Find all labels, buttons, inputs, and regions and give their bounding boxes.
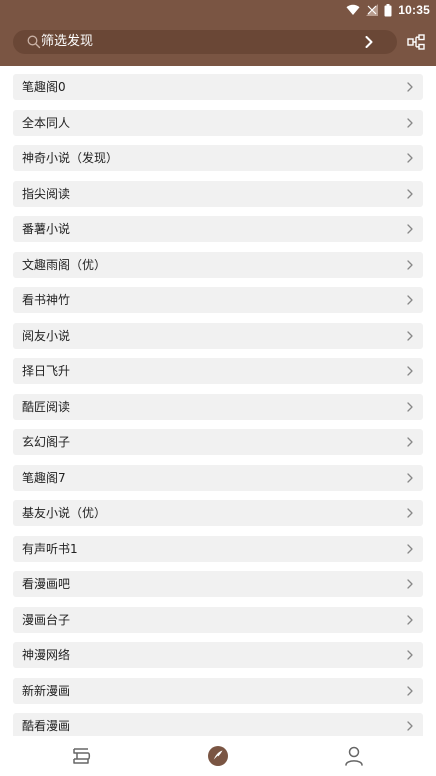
list-item-label: 阅友小说 [22, 328, 71, 343]
list-item[interactable]: 文趣雨阁（优） [13, 251, 423, 278]
search-bar[interactable] [13, 30, 397, 54]
chevron-right-icon [407, 224, 413, 234]
list-item[interactable]: 全本同人 [13, 109, 423, 136]
list-item[interactable]: 有声听书1 [13, 535, 423, 562]
list-item[interactable]: 漫画台子 [13, 606, 423, 633]
chevron-right-icon [407, 472, 413, 483]
search-icon [27, 35, 41, 49]
chevron-right-icon [407, 153, 413, 163]
chevron-right-icon [407, 330, 413, 341]
list-item-label: 看书神竹 [22, 293, 71, 307]
app-header: 10:35 [0, 0, 436, 66]
list-item[interactable]: 笔趣阁0 [13, 74, 423, 100]
list-item-label: 看漫画吧 [22, 577, 71, 591]
list-item[interactable]: 神漫网络 [13, 642, 423, 668]
list-item-label: 番薯小说 [22, 222, 71, 236]
list-item[interactable]: 看漫画吧 [13, 571, 423, 597]
share-nodes-icon[interactable] [407, 34, 425, 50]
list-item-label: 漫画台子 [22, 612, 71, 627]
source-list: 笔趣阁0 全本同人神奇小说（发现） 指尖阅读番薯小说文趣雨阁（优） 看书神竹阅友小说择… [13, 74, 423, 736]
wifi-icon [346, 4, 360, 15]
bottom-nav [0, 736, 436, 776]
battery-icon [384, 3, 392, 16]
list-item-label: 指尖阅读 [22, 186, 71, 201]
list-item-label: 择日飞升 [22, 364, 71, 378]
bookshelf-icon[interactable] [70, 745, 92, 767]
list-item[interactable]: 阅友小说 [13, 322, 423, 349]
list-item[interactable]: 择日飞升 [13, 358, 423, 384]
chevron-right-icon [407, 508, 413, 518]
chevron-right-icon [407, 614, 413, 625]
list-item-label: 基友小说（优） [22, 506, 107, 520]
chevron-right-icon [407, 685, 413, 696]
chevron-right-icon [407, 295, 413, 305]
list-item-label: 新新漫画 [22, 683, 71, 698]
chevron-right-icon [407, 543, 413, 554]
chevron-right-icon [407, 82, 413, 92]
no-signal-icon [366, 4, 379, 16]
chevron-right-icon [407, 117, 413, 128]
list-item[interactable]: 酷看漫画 [13, 713, 423, 736]
list-item-label: 文趣雨阁（优） [22, 257, 107, 272]
list-item[interactable]: 酷匠阅读 [13, 393, 423, 420]
chevron-right-icon [407, 579, 413, 589]
list-item[interactable]: 番薯小说 [13, 216, 423, 242]
list-item[interactable]: 神奇小说（发现） [13, 145, 423, 171]
chevron-right-icon [407, 259, 413, 270]
chevron-right-icon [407, 188, 413, 199]
list-item-label: 全本同人 [22, 115, 71, 130]
list-item-label: 酷看漫画 [22, 719, 71, 733]
chevron-right-icon [407, 721, 413, 731]
list-item-label: 有声听书1 [22, 541, 78, 556]
chevron-right-icon [407, 650, 413, 660]
list-item[interactable]: 笔趣阁7 [13, 464, 423, 491]
list-item-label: 酷匠阅读 [22, 399, 71, 414]
person-icon[interactable] [343, 745, 365, 767]
list-item-label: 神奇小说（发现） [22, 151, 119, 165]
list-item[interactable]: 新新漫画 [13, 677, 423, 704]
list-item-label: 神漫网络 [22, 648, 71, 662]
status-icons: 10:35 [346, 2, 430, 18]
list-item[interactable]: 看书神竹 [13, 287, 423, 313]
chevron-right-icon[interactable] [365, 36, 373, 48]
list-item-label: 笔趣阁0 [22, 80, 66, 94]
chevron-right-icon [407, 366, 413, 376]
status-time: 10:35 [398, 3, 430, 17]
list-item[interactable]: 玄幻阁子 [13, 429, 423, 455]
list-item[interactable]: 基友小说（优） [13, 500, 423, 526]
list-item[interactable]: 指尖阅读 [13, 180, 423, 207]
chevron-right-icon [407, 437, 413, 447]
compass-icon[interactable] [207, 745, 229, 767]
list-item-label: 笔趣阁7 [22, 470, 66, 485]
chevron-right-icon [407, 401, 413, 412]
status-bar: 10:35 [0, 0, 436, 20]
list-item-label: 玄幻阁子 [22, 435, 71, 449]
search-input[interactable] [41, 30, 341, 54]
